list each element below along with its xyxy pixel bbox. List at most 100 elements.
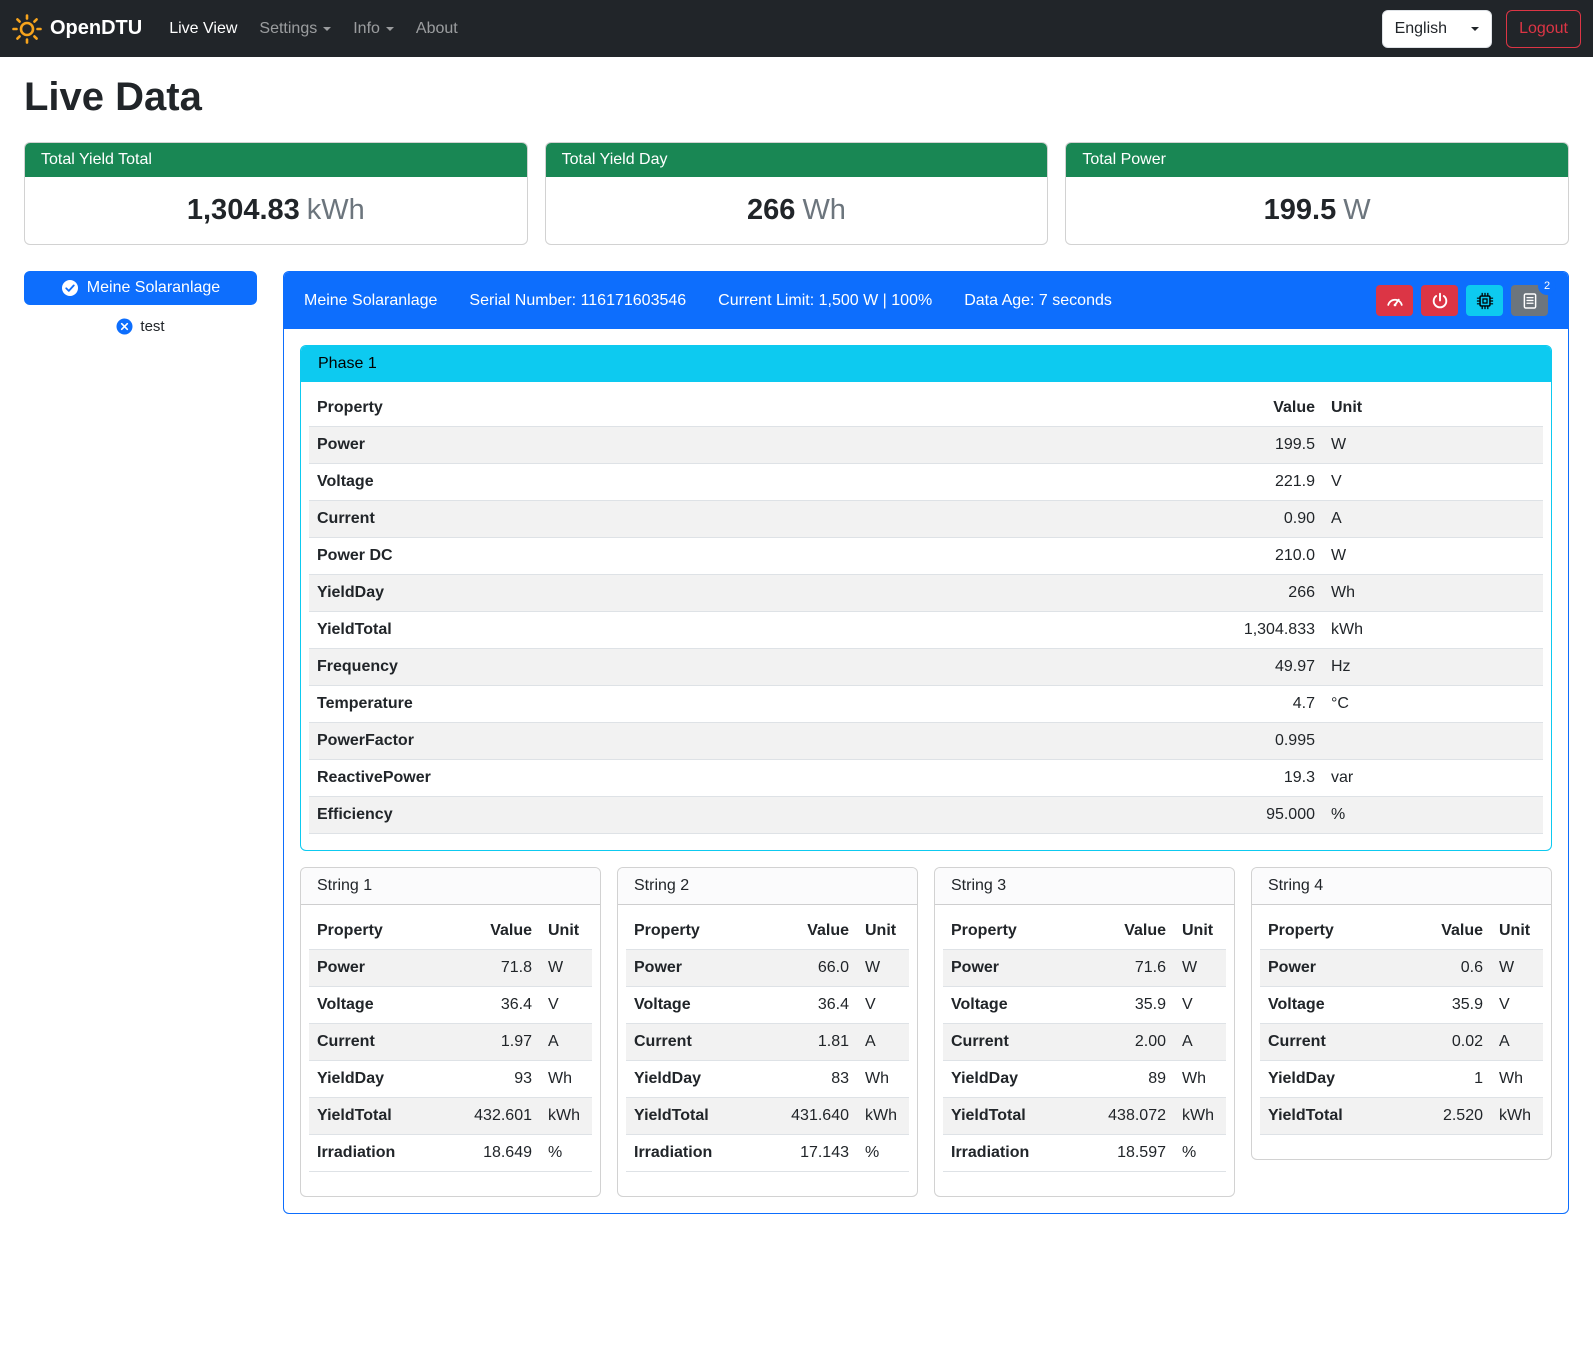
table-row: Voltage221.9V <box>309 464 1543 501</box>
string-title: String 2 <box>618 868 917 905</box>
row-value: 199.5 <box>916 427 1323 464</box>
row-property: Power <box>309 950 439 987</box>
card-total-power: Total Power 199.5W <box>1065 142 1569 245</box>
row-property: Irradiation <box>943 1135 1073 1172</box>
summary-cards: Total Yield Total 1,304.83kWh Total Yiel… <box>24 142 1569 245</box>
inverter-limit: Current Limit: 1,500 W | 100% <box>718 292 932 310</box>
table-row: Efficiency95.000% <box>309 797 1543 834</box>
row-property: Voltage <box>943 987 1073 1024</box>
event-log-button[interactable]: 2 <box>1511 285 1548 316</box>
card-unit: kWh <box>307 194 365 226</box>
power-button[interactable] <box>1421 285 1458 316</box>
nav-about[interactable]: About <box>405 12 469 46</box>
row-unit: W <box>857 950 909 987</box>
table-row: Power71.8W <box>309 950 592 987</box>
sidebar-item-inverter[interactable]: Meine Solaranlage <box>24 271 257 305</box>
card-value: 1,304.83 <box>187 194 300 226</box>
sun-logo-icon <box>12 14 42 44</box>
table-row: Current2.00A <box>943 1024 1226 1061</box>
row-unit: V <box>540 987 592 1024</box>
row-property: YieldDay <box>1260 1061 1401 1098</box>
row-value: 89 <box>1073 1061 1175 1098</box>
row-property: YieldTotal <box>1260 1098 1401 1135</box>
column-property: Property <box>626 913 756 950</box>
table-row: Power DC210.0W <box>309 538 1543 575</box>
row-property: Temperature <box>309 686 916 723</box>
row-value: 83 <box>756 1061 858 1098</box>
row-value: 66.0 <box>756 950 858 987</box>
table-row: Power71.6W <box>943 950 1226 987</box>
strings-grid: String 1 Property Value Unit <box>300 867 1552 1197</box>
column-property: Property <box>1260 913 1401 950</box>
table-row: Power66.0W <box>626 950 909 987</box>
string-body: Property Value Unit Power0.6W Voltage35.… <box>1252 905 1551 1159</box>
column-unit: Unit <box>857 913 909 950</box>
nav-info[interactable]: Info <box>342 12 405 46</box>
row-value: 438.072 <box>1073 1098 1175 1135</box>
table-header-row: Property Value Unit <box>309 390 1543 427</box>
card-total-yield-total: Total Yield Total 1,304.83kWh <box>24 142 528 245</box>
limit-settings-button[interactable] <box>1376 285 1413 316</box>
row-property: Frequency <box>309 649 916 686</box>
table-row: ReactivePower19.3var <box>309 760 1543 797</box>
table-row: YieldDay266Wh <box>309 575 1543 612</box>
table-row: YieldTotal431.640kWh <box>626 1098 909 1135</box>
row-unit: V <box>857 987 909 1024</box>
row-unit: °C <box>1323 686 1543 723</box>
page-container: Live Data Total Yield Total 1,304.83kWh … <box>0 57 1593 1238</box>
string-title: String 1 <box>301 868 600 905</box>
x-circle-icon[interactable] <box>116 318 133 335</box>
sidebar-item-inverter-label: Meine Solaranlage <box>87 279 220 297</box>
row-value: 35.9 <box>1401 987 1491 1024</box>
row-unit: W <box>540 950 592 987</box>
row-property: Irradiation <box>626 1135 756 1172</box>
device-info-button[interactable] <box>1466 285 1503 316</box>
phase-title: Phase 1 <box>301 346 1551 382</box>
row-value: 1 <box>1401 1061 1491 1098</box>
table-row: Voltage35.9V <box>943 987 1226 1024</box>
column-value: Value <box>439 913 541 950</box>
nav-settings[interactable]: Settings <box>248 12 342 46</box>
table-row: Irradiation17.143% <box>626 1135 909 1172</box>
row-unit: W <box>1491 950 1543 987</box>
card-title: Total Power <box>1066 143 1568 177</box>
journal-list-icon <box>1521 292 1539 310</box>
row-value: 1.97 <box>439 1024 541 1061</box>
phase-card: Phase 1 Property Value Unit <box>300 345 1552 851</box>
logout-button[interactable]: Logout <box>1506 10 1581 48</box>
string-table: Property Value Unit Power71.8W Voltage36… <box>309 913 592 1172</box>
row-unit: V <box>1491 987 1543 1024</box>
row-unit: V <box>1174 987 1226 1024</box>
row-value: 71.8 <box>439 950 541 987</box>
card-title: Total Yield Total <box>25 143 527 177</box>
column-value: Value <box>916 390 1323 427</box>
row-value: 1.81 <box>756 1024 858 1061</box>
row-value: 0.90 <box>916 501 1323 538</box>
nav-live-view[interactable]: Live View <box>158 12 248 46</box>
row-value: 432.601 <box>439 1098 541 1135</box>
table-header-row: Property Value Unit <box>1260 913 1543 950</box>
row-unit: % <box>540 1135 592 1172</box>
row-property: Voltage <box>309 987 439 1024</box>
inverter-data-age: Data Age: 7 seconds <box>964 292 1112 310</box>
row-property: Power <box>309 427 916 464</box>
chevron-down-icon <box>1471 27 1479 31</box>
brand[interactable]: OpenDTU <box>12 14 142 44</box>
table-header-row: Property Value Unit <box>309 913 592 950</box>
language-select[interactable]: English <box>1382 10 1492 48</box>
sidebar-item-test[interactable]: test <box>24 318 257 335</box>
inverter-actions: 2 <box>1376 285 1548 316</box>
row-unit: Wh <box>540 1061 592 1098</box>
string-title: String 4 <box>1252 868 1551 905</box>
row-property: YieldDay <box>943 1061 1073 1098</box>
row-unit <box>1323 723 1543 760</box>
page-title: Live Data <box>24 75 1569 120</box>
sidebar-item-test-label: test <box>140 318 164 335</box>
card-body: 1,304.83kWh <box>25 177 527 244</box>
row-unit: Wh <box>1174 1061 1226 1098</box>
row-value: 431.640 <box>756 1098 858 1135</box>
column-value: Value <box>1073 913 1175 950</box>
row-unit: Hz <box>1323 649 1543 686</box>
phase-table: Property Value Unit Power199.5W Voltage2… <box>309 390 1543 834</box>
card-total-yield-day: Total Yield Day 266Wh <box>545 142 1049 245</box>
